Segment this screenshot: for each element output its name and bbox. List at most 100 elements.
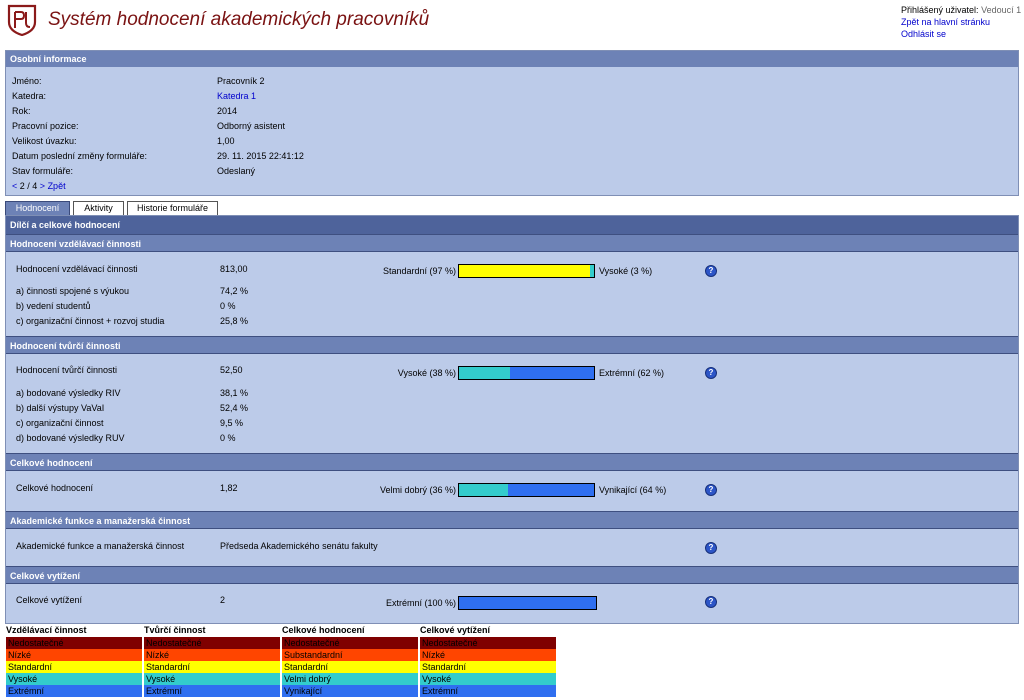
- legend-item: Nízké: [420, 649, 556, 661]
- creative-item-value: 9,5 %: [220, 418, 244, 428]
- evaluation-panel: Dílčí a celkové hodnocení Hodnocení vzdě…: [5, 215, 1019, 624]
- info-label-name: Jméno:: [12, 76, 42, 86]
- creative-value: 52,50: [220, 365, 243, 375]
- logged-user-label: Přihlášený uživatel:: [901, 5, 979, 15]
- legend-item: Vynikající: [282, 685, 418, 697]
- teaching-item-value: 25,8 %: [220, 316, 249, 326]
- overall-help-icon[interactable]: ?: [705, 484, 717, 496]
- back-link[interactable]: Zpět: [48, 181, 66, 191]
- academic-help-icon[interactable]: ?: [705, 542, 717, 554]
- academic-value: Předseda Akademického senátu fakulty: [220, 541, 378, 551]
- load-meter-segment-extreme: [459, 597, 596, 609]
- legend-item: Standardní: [282, 661, 418, 673]
- record-position: 2 / 4: [17, 181, 40, 191]
- legend-title: Celkové hodnocení: [282, 625, 365, 635]
- info-value-status: Odeslaný: [217, 166, 256, 176]
- info-value-workload: 1,00: [217, 136, 235, 146]
- legend-overall: Celkové hodnocení Nedostatečné Substanda…: [282, 624, 418, 697]
- load-label: Celkové vytížení: [16, 595, 83, 605]
- creative-item-value: 38,1 %: [220, 388, 249, 398]
- teaching-meter-left-label: Standardní (97 %): [382, 266, 456, 276]
- legend-item: Nedostatečné: [6, 637, 142, 649]
- legend-item: Extrémní: [6, 685, 142, 697]
- overall-meter-segment-very-good: [459, 484, 508, 496]
- overall-meter-segment-excellent: [507, 484, 594, 496]
- teaching-meter-segment-standard: [459, 265, 590, 277]
- creative-section-title: Hodnocení tvůrčí činnosti: [6, 336, 1018, 354]
- legend-item: Vysoké: [6, 673, 142, 685]
- back-to-main-link[interactable]: Zpět na hlavní stránku: [901, 17, 990, 27]
- creative-item-label: a) bodované výsledky RIV: [16, 388, 121, 398]
- teaching-help-icon[interactable]: ?: [705, 265, 717, 277]
- legend-title: Celkové vytížení: [420, 625, 491, 635]
- load-meter-left-label: Extrémní (100 %): [385, 598, 456, 608]
- info-label-workload: Velikost úvazku:: [12, 136, 77, 146]
- teaching-item-label: b) vedení studentů: [16, 301, 91, 311]
- creative-meter: [458, 366, 595, 380]
- legend-item: Extrémní: [420, 685, 556, 697]
- tab-form-history[interactable]: Historie formuláře: [127, 201, 218, 216]
- creative-item-value: 0 %: [220, 433, 236, 443]
- department-link[interactable]: Katedra 1: [217, 89, 256, 103]
- legend-item: Nedostatečné: [144, 637, 280, 649]
- academic-section-title: Akademické funkce a manažerská činnost: [6, 511, 1018, 529]
- teaching-item-label: c) organizační činnost + rozvoj studia: [16, 316, 165, 326]
- legend-creative: Tvůrčí činnost Nedostatečné Nízké Standa…: [144, 624, 280, 697]
- overall-value: 1,82: [220, 483, 238, 493]
- load-section-title: Celkové vytížení: [6, 566, 1018, 584]
- logged-user-name: Vedoucí 1: [981, 5, 1022, 15]
- legend-item: Standardní: [6, 661, 142, 673]
- legend-item: Nízké: [6, 649, 142, 661]
- creative-meter-segment-high: [459, 367, 511, 379]
- creative-meter-segment-extreme: [510, 367, 594, 379]
- info-label-status: Stav formuláře:: [12, 166, 74, 176]
- personal-info-panel: Osobní informace Jméno: Pracovník 2 Kate…: [5, 50, 1019, 196]
- teaching-meter: [458, 264, 595, 278]
- overall-label: Celkové hodnocení: [16, 483, 94, 493]
- legend-title: Vzdělávací činnost: [6, 625, 87, 635]
- logout-link[interactable]: Odhlásit se: [901, 29, 946, 39]
- info-value-last-change: 29. 11. 2015 22:41:12: [217, 151, 304, 161]
- legend-load: Celkové vytížení Nedostatečné Nízké Stan…: [420, 624, 556, 697]
- creative-item-label: c) organizační činnost: [16, 418, 104, 428]
- load-help-icon[interactable]: ?: [705, 596, 717, 608]
- creative-item-value: 52,4 %: [220, 403, 249, 413]
- personal-info-title: Osobní informace: [6, 51, 1018, 67]
- creative-help-icon[interactable]: ?: [705, 367, 717, 379]
- legend-title: Tvůrčí činnost: [144, 625, 206, 635]
- info-label-last-change: Datum poslední změny formuláře:: [12, 151, 148, 161]
- tab-activities[interactable]: Aktivity: [73, 201, 124, 216]
- overall-meter-left-label: Velmi dobrý (36 %): [379, 485, 456, 495]
- next-record-link[interactable]: >: [40, 181, 45, 191]
- legend-item: Vysoké: [144, 673, 280, 685]
- legend-item: Vysoké: [420, 673, 556, 685]
- teaching-label: Hodnocení vzdělávací činnosti: [16, 264, 138, 274]
- legend-item: Nedostatečné: [420, 637, 556, 649]
- info-value-name: Pracovník 2: [217, 76, 265, 86]
- legend-item: Standardní: [420, 661, 556, 673]
- main-title: Dílčí a celkové hodnocení: [6, 216, 1018, 234]
- legend-item: Nedostatečné: [282, 637, 418, 649]
- legend-item: Extrémní: [144, 685, 280, 697]
- info-value-year: 2014: [217, 106, 238, 116]
- legend-item: Substandardní: [282, 649, 418, 661]
- teaching-meter-right-label: Vysoké (3 %): [599, 266, 653, 276]
- creative-label: Hodnocení tvůrčí činnosti: [16, 365, 118, 375]
- load-value: 2: [220, 595, 226, 605]
- creative-meter-right-label: Extrémní (62 %): [599, 368, 665, 378]
- teaching-meter-segment-high: [589, 265, 594, 277]
- academic-label: Akademické funkce a manažerská činnost: [16, 541, 185, 551]
- info-label-position: Pracovní pozice:: [12, 121, 79, 131]
- record-navigation: < 2 / 4 > Zpět: [12, 179, 66, 193]
- legend-teaching: Vzdělávací činnost Nedostatečné Nízké St…: [6, 624, 142, 697]
- teaching-item-value: 74,2 %: [220, 286, 249, 296]
- info-label-year: Rok:: [12, 106, 31, 116]
- tab-evaluation[interactable]: Hodnocení: [5, 201, 70, 216]
- creative-meter-left-label: Vysoké (38 %): [397, 368, 456, 378]
- teaching-section-title: Hodnocení vzdělávací činnosti: [6, 234, 1018, 252]
- teaching-value: 813,00: [220, 264, 248, 274]
- teaching-item-value: 0 %: [220, 301, 236, 311]
- creative-item-label: b) další výstupy VaVaI: [16, 403, 105, 413]
- info-value-position: Odborný asistent: [217, 121, 286, 131]
- overall-meter: [458, 483, 595, 497]
